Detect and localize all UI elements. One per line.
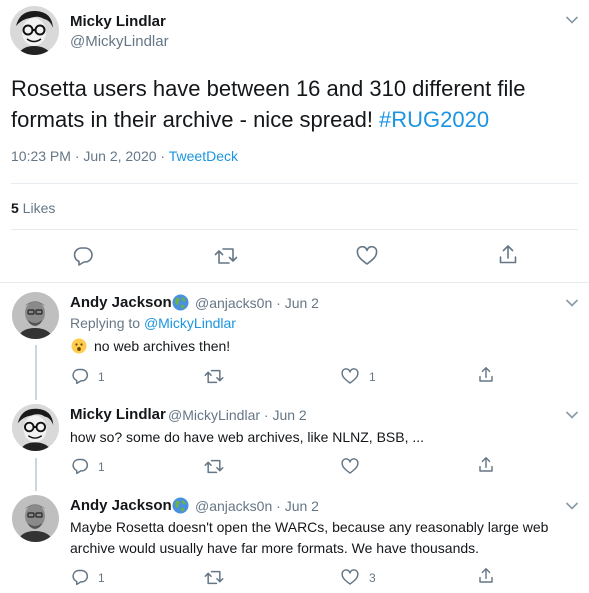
like-count: 1 — [369, 370, 376, 384]
retweet-icon[interactable] — [204, 569, 224, 586]
thread-connector — [35, 458, 37, 491]
share-icon[interactable] — [478, 456, 494, 474]
globe-icon — [172, 294, 189, 311]
likes-label: Likes — [18, 200, 56, 216]
reply-count: 1 — [98, 460, 105, 474]
reply-count: 1 — [98, 370, 105, 384]
reply-text-line: archive would usually have far more form… — [70, 540, 480, 556]
chevron-down-icon[interactable] — [565, 298, 579, 308]
author-name[interactable]: Micky Lindlar — [70, 13, 166, 30]
author-handle[interactable]: @MickyLindlar · Jun 2 — [168, 407, 307, 423]
replying-to-link[interactable]: @MickyLindlar — [144, 315, 236, 331]
main-tweet: Micky Lindlar @MickyLindlar Rosetta user… — [0, 0, 589, 283]
chevron-down-icon[interactable] — [565, 501, 579, 511]
share-icon[interactable] — [478, 567, 494, 585]
replying-to: Replying to @MickyLindlar — [70, 315, 236, 331]
tweet-text: Rosetta users have between 16 and 310 di… — [11, 73, 571, 135]
avatar[interactable] — [10, 6, 59, 55]
like-icon[interactable] — [341, 569, 359, 586]
source-link[interactable]: TweetDeck — [169, 148, 238, 164]
reply-text: no web archives then! — [94, 338, 231, 354]
like-icon[interactable] — [341, 458, 359, 475]
tweet-time[interactable]: 10:23 PM · Jun 2, 2020 · — [11, 148, 169, 164]
reply-icon[interactable] — [71, 457, 89, 475]
like-count: 3 — [369, 571, 376, 585]
likes-summary[interactable]: 5 Likes — [11, 200, 55, 216]
divider — [11, 229, 578, 230]
like-icon[interactable] — [356, 246, 378, 266]
author-handle[interactable]: @anjacks0n · Jun 2 — [195, 295, 319, 311]
author-handle[interactable]: @MickyLindlar — [70, 33, 169, 50]
author-name[interactable]: Andy Jackson — [70, 294, 172, 311]
reply-icon[interactable] — [71, 367, 89, 385]
author-handle[interactable]: @anjacks0n · Jun 2 — [195, 498, 319, 514]
avatar[interactable] — [12, 495, 59, 542]
avatar[interactable] — [12, 404, 59, 451]
tweet-meta: 10:23 PM · Jun 2, 2020 · TweetDeck — [11, 148, 238, 164]
reply-text: how so? some do have web archives, like … — [70, 429, 425, 445]
avatar[interactable] — [12, 292, 59, 339]
reply-text-line: Maybe Rosetta doesn't open the WARCs, be… — [70, 519, 549, 535]
like-icon[interactable] — [341, 368, 359, 385]
reply-icon[interactable] — [72, 245, 94, 267]
chevron-down-icon[interactable] — [565, 410, 579, 420]
divider — [11, 183, 578, 184]
replying-prefix: Replying to — [70, 315, 144, 331]
thread-connector — [35, 345, 37, 400]
retweet-icon[interactable] — [214, 246, 238, 266]
share-icon[interactable] — [478, 366, 494, 384]
retweet-icon[interactable] — [204, 458, 224, 475]
globe-icon — [172, 497, 189, 514]
share-icon[interactable] — [498, 244, 518, 266]
hashtag-link[interactable]: #RUG2020 — [379, 107, 489, 132]
chevron-down-icon[interactable] — [565, 15, 579, 25]
author-name[interactable]: Micky Lindlar — [70, 406, 166, 423]
retweet-icon[interactable] — [204, 368, 224, 385]
author-name[interactable]: Andy Jackson — [70, 497, 172, 514]
reply-count: 1 — [98, 571, 105, 585]
surprised-emoji-icon — [71, 338, 87, 354]
likes-count: 5 — [11, 200, 19, 216]
reply-icon[interactable] — [71, 568, 89, 586]
